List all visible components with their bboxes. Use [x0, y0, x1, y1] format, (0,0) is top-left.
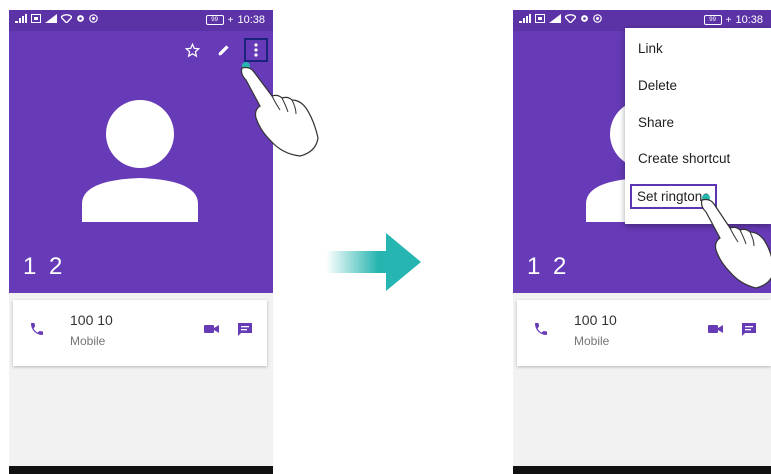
status-time: 10:38 — [735, 14, 763, 26]
charging-indicator: + — [227, 14, 234, 26]
status-bar: 99 + 10:38 — [9, 10, 273, 31]
menu-item-delete[interactable]: Delete — [638, 78, 677, 93]
target-icon — [593, 14, 602, 23]
phone-icon — [535, 323, 547, 335]
signal-icon — [15, 14, 27, 23]
tap-hand-icon — [700, 194, 771, 289]
target-icon — [89, 14, 98, 23]
menu-item-create-shortcut[interactable]: Create shortcut — [638, 151, 730, 166]
more-vertical-icon[interactable] — [244, 38, 268, 62]
signal-icon-2 — [45, 14, 57, 23]
phone-number: 100 10 — [574, 312, 617, 328]
status-icons — [519, 14, 602, 23]
phone-number-card[interactable]: 100 10 Mobile — [517, 300, 771, 366]
settings-gear-icon — [77, 15, 84, 22]
arrow-right-icon — [326, 233, 421, 291]
signal-icon-2 — [549, 14, 561, 23]
menu-item-share[interactable]: Share — [638, 115, 674, 130]
phone-icon — [31, 323, 43, 335]
settings-gear-icon — [581, 15, 588, 22]
wifi-icon — [61, 14, 72, 23]
battery-icon: 99 — [205, 15, 224, 25]
contact-name: 1 2 — [527, 253, 570, 280]
contact-name: 1 2 — [23, 253, 66, 280]
phone-number-card[interactable]: 100 10 Mobile — [13, 300, 267, 366]
sim-icon — [535, 14, 545, 23]
phone-type: Mobile — [70, 334, 106, 348]
status-time: 10:38 — [237, 14, 265, 26]
video-call-icon[interactable] — [204, 323, 219, 335]
phone-number: 100 10 — [70, 312, 113, 328]
message-icon[interactable] — [237, 322, 253, 337]
signal-icon — [519, 14, 531, 23]
phone-type: Mobile — [574, 334, 610, 348]
status-icons — [15, 14, 98, 23]
header-actions — [181, 38, 268, 62]
message-icon[interactable] — [741, 322, 757, 337]
battery-icon: 99 — [703, 15, 722, 25]
navigation-bar — [513, 466, 771, 474]
contact-avatar-icon — [82, 100, 198, 222]
status-right: 99 + 10:38 — [703, 14, 763, 26]
wifi-icon — [565, 14, 576, 23]
navigation-bar — [9, 466, 273, 474]
sim-icon — [31, 14, 41, 23]
star-outline-icon[interactable] — [181, 39, 203, 61]
charging-indicator: + — [725, 14, 732, 26]
video-call-icon[interactable] — [708, 323, 723, 335]
tap-hand-icon — [240, 62, 319, 157]
edit-pencil-icon[interactable] — [213, 39, 235, 61]
menu-item-link[interactable]: Link — [638, 41, 663, 56]
status-right: 99 + 10:38 — [205, 14, 265, 26]
